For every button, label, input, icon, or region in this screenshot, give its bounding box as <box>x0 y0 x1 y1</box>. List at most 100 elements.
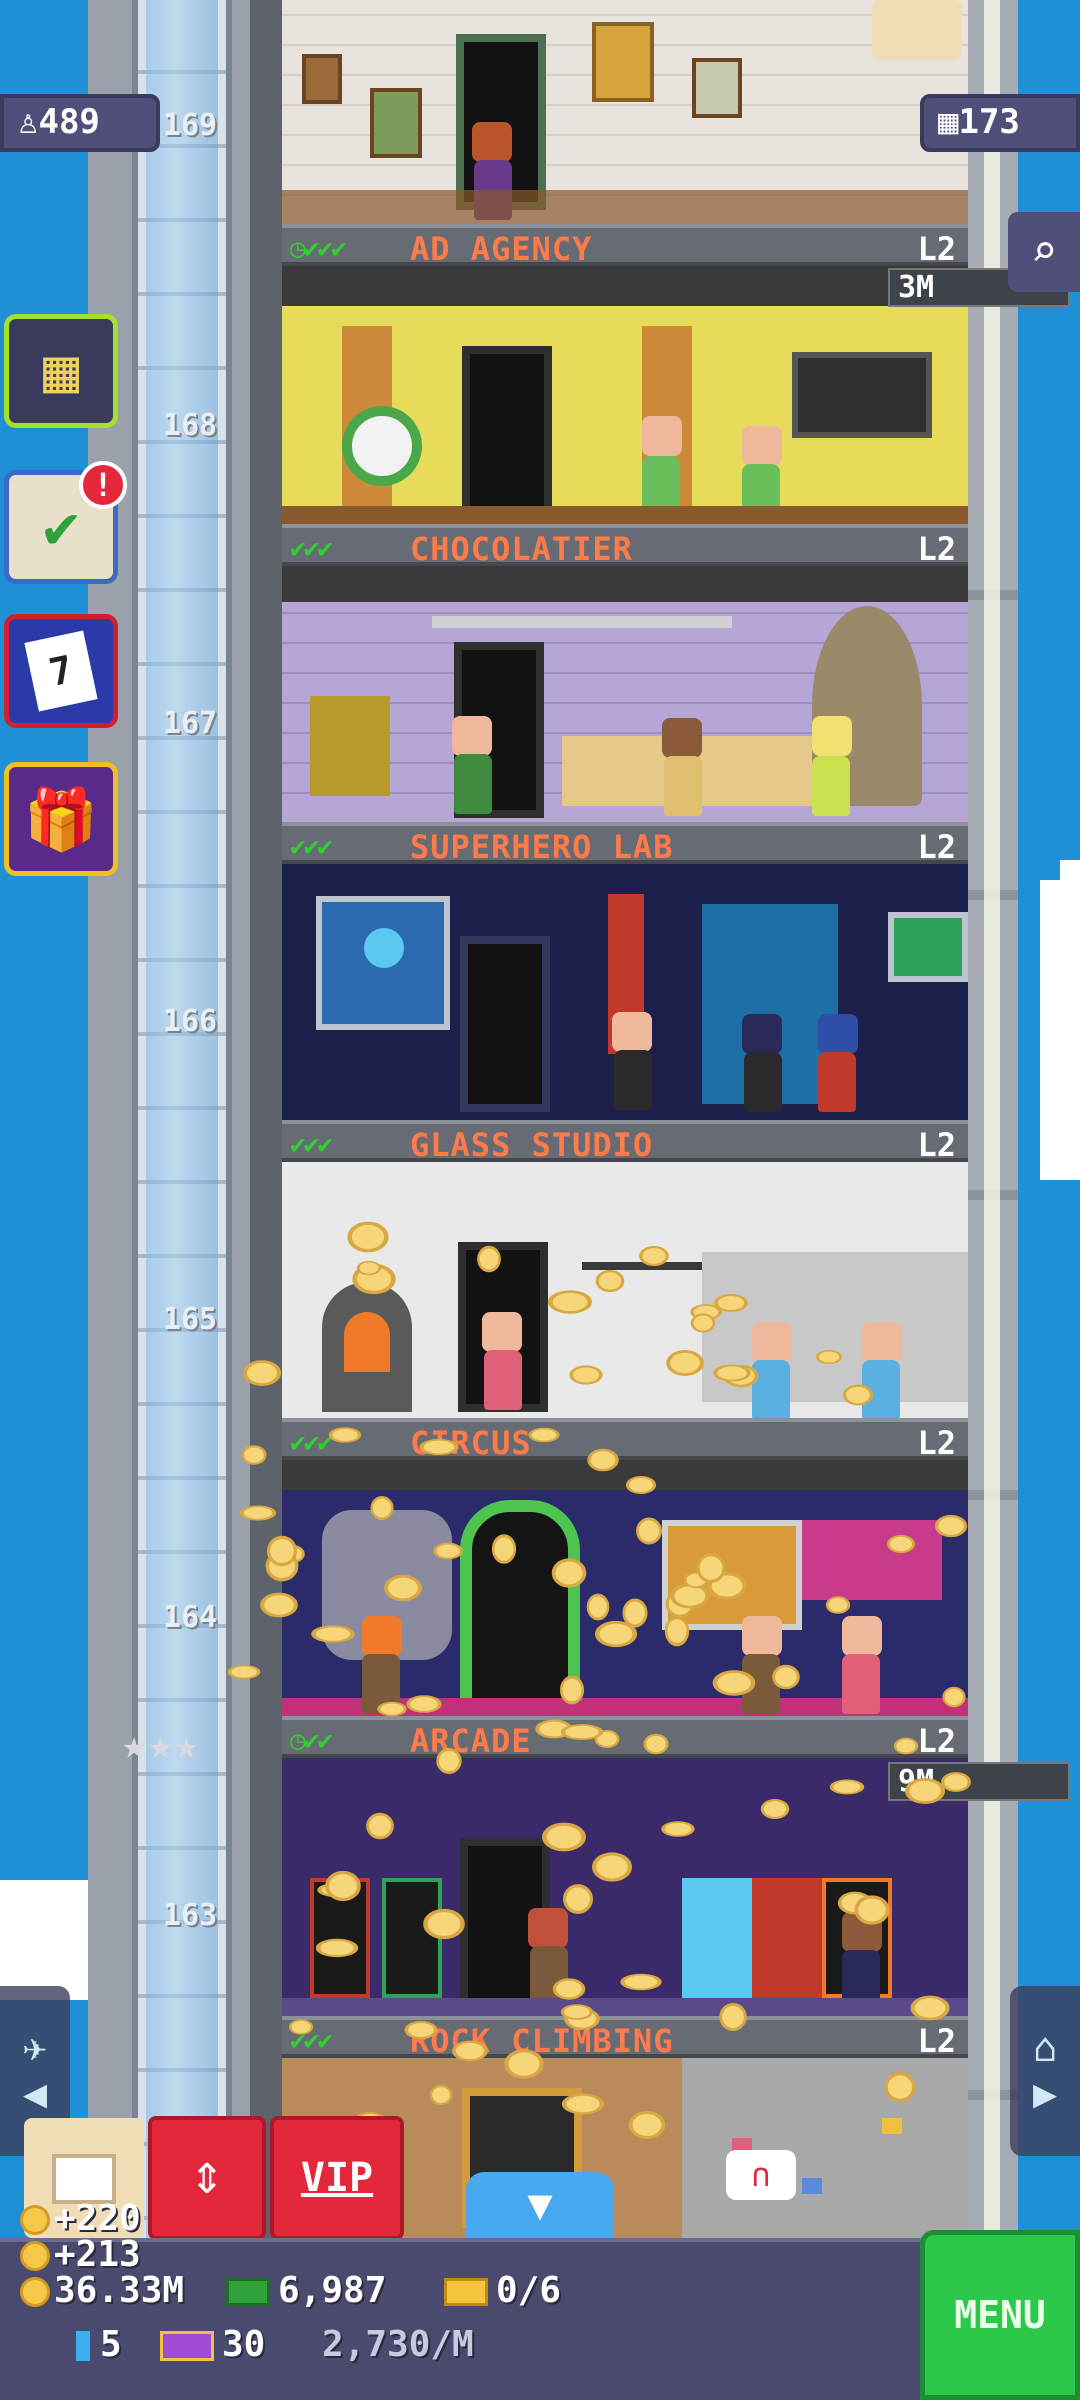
arrow-right-icon: ▶ <box>1032 2071 1058 2117</box>
coin <box>712 1670 756 1696</box>
coin <box>560 1724 603 1740</box>
missions-button[interactable]: ✔ ! <box>4 461 127 584</box>
coins-total[interactable]: 36.33M <box>20 2270 184 2311</box>
vip-count[interactable]: 30 <box>160 2324 265 2365</box>
arrow-left-icon: ◀ <box>22 2071 48 2117</box>
coin-icon <box>20 2277 50 2307</box>
coin <box>586 1593 610 1621</box>
floor-name: GLASS STUDIO <box>410 1126 654 1164</box>
coin <box>242 1360 282 1386</box>
vip-count-value: 30 <box>222 2324 266 2365</box>
income-rate: 2,730/M <box>322 2324 474 2365</box>
coin <box>241 1445 267 1465</box>
floor-number: 163 <box>162 1898 218 1933</box>
coin <box>503 2049 544 2079</box>
coin <box>760 1799 789 1820</box>
floor-superhero-lab[interactable] <box>282 566 968 822</box>
coin <box>620 1973 663 1990</box>
floor-name: ARCADE <box>410 1722 532 1760</box>
coin <box>260 1592 299 1618</box>
bux-icon <box>226 2278 270 2306</box>
coin-gain-2-value: +213 <box>54 2234 141 2275</box>
cloud <box>0 1880 88 2000</box>
daily-calendar-button[interactable]: 7 <box>4 614 118 728</box>
magnifier-icon: ⌕ <box>1030 226 1058 277</box>
check-icons: ✔✔✔ <box>290 832 333 862</box>
floor-level: L2 <box>917 230 956 268</box>
floor-label-bar: ✔✔✔ CHOCOLATIER L2 <box>282 524 968 568</box>
tower-overview-button[interactable]: ▦ <box>4 314 118 428</box>
vip-ticket-icon <box>160 2331 214 2361</box>
calendar-icon: 7 <box>24 630 98 712</box>
coin <box>366 1812 394 1840</box>
keys-total[interactable]: 5 <box>76 2324 122 2365</box>
tickets-total[interactable]: 0/6 <box>444 2270 561 2311</box>
coin <box>629 2110 666 2139</box>
cloud <box>1060 860 1080 880</box>
elevator-glass <box>146 0 218 2400</box>
coin <box>288 2019 314 2035</box>
coin <box>370 1495 394 1520</box>
up-down-arrows-icon: ⇕ <box>190 2142 224 2207</box>
floor-number: 167 <box>162 706 218 741</box>
scroll-down-button[interactable]: ▼ <box>466 2172 614 2238</box>
checklist-icon: ✔ <box>42 492 80 562</box>
menu-button[interactable]: MENU <box>920 2230 1080 2400</box>
chevron-down-icon: ▼ <box>527 2180 553 2229</box>
floor-number: 168 <box>162 408 218 443</box>
coin-icon <box>20 2205 50 2235</box>
floor-name: CHOCOLATIER <box>410 530 633 568</box>
coin <box>893 1737 918 1754</box>
elevator-button[interactable]: ⇕ <box>148 2116 266 2240</box>
floor-label-bar: ✔✔✔ ROCK CLIMBING L2 <box>282 2016 968 2060</box>
search-button[interactable]: ⌕ <box>1008 212 1080 292</box>
crate-icon <box>52 2154 116 2204</box>
floor-rating-stars: ★★★ <box>122 1722 201 1768</box>
coin <box>772 1664 800 1690</box>
coin <box>829 1779 864 1795</box>
coin <box>240 1505 277 1521</box>
vip-button[interactable]: VIP <box>270 2116 404 2240</box>
coin-gain-1-value: +220 <box>54 2198 141 2239</box>
floor-level: L2 <box>917 1126 956 1164</box>
timer-check-icons: ◷✔✔ <box>290 1726 333 1756</box>
notification-badge: ! <box>79 461 127 509</box>
coin <box>377 1701 407 1717</box>
floor-level: L2 <box>917 1424 956 1462</box>
coin <box>639 1245 670 1266</box>
floor-label-bar: ✔✔✔ SUPERHERO LAB L2 <box>282 822 968 866</box>
coin <box>815 1349 843 1364</box>
floors-stat[interactable]: ▦173 <box>920 94 1080 152</box>
population-stat[interactable]: ♙489 <box>0 94 160 152</box>
tickets-value: 0/6 <box>496 2270 562 2311</box>
coin <box>528 1427 560 1443</box>
floor-label-bar: ✔✔✔ GLASS STUDIO L2 <box>282 1120 968 1164</box>
coin <box>661 1821 695 1837</box>
floor-number: 165 <box>162 1302 218 1337</box>
key-icon <box>76 2331 90 2361</box>
coin <box>404 2020 438 2039</box>
floor-level: L2 <box>917 1722 956 1760</box>
population-value: 489 <box>38 102 100 142</box>
coin <box>266 1535 297 1566</box>
coin <box>854 1895 890 1925</box>
gift-button[interactable]: 🎁 <box>4 762 118 876</box>
cloud <box>1040 880 1080 1180</box>
bux-total[interactable]: 6,987 <box>226 2270 386 2311</box>
ticket-icon <box>444 2278 488 2306</box>
floor-level: L2 <box>917 828 956 866</box>
bux-value: 6,987 <box>278 2270 387 2311</box>
floor-label-bar: ✔✔✔ CIRCUS L2 <box>282 1418 968 1462</box>
coin <box>547 1290 592 1314</box>
floor-ad-agency[interactable] <box>282 0 968 224</box>
coin <box>423 1908 465 1940</box>
coin <box>356 1260 381 1275</box>
lobby-button[interactable]: ⌂ ▶ <box>1010 1986 1080 2156</box>
floor-chocolatier[interactable] <box>282 266 968 524</box>
check-icons: ✔✔✔ <box>290 534 333 564</box>
coin <box>665 1350 704 1376</box>
floor-glass-studio[interactable] <box>282 864 968 1120</box>
coin <box>592 1851 633 1882</box>
coin <box>435 1747 462 1774</box>
coin <box>843 1384 874 1406</box>
